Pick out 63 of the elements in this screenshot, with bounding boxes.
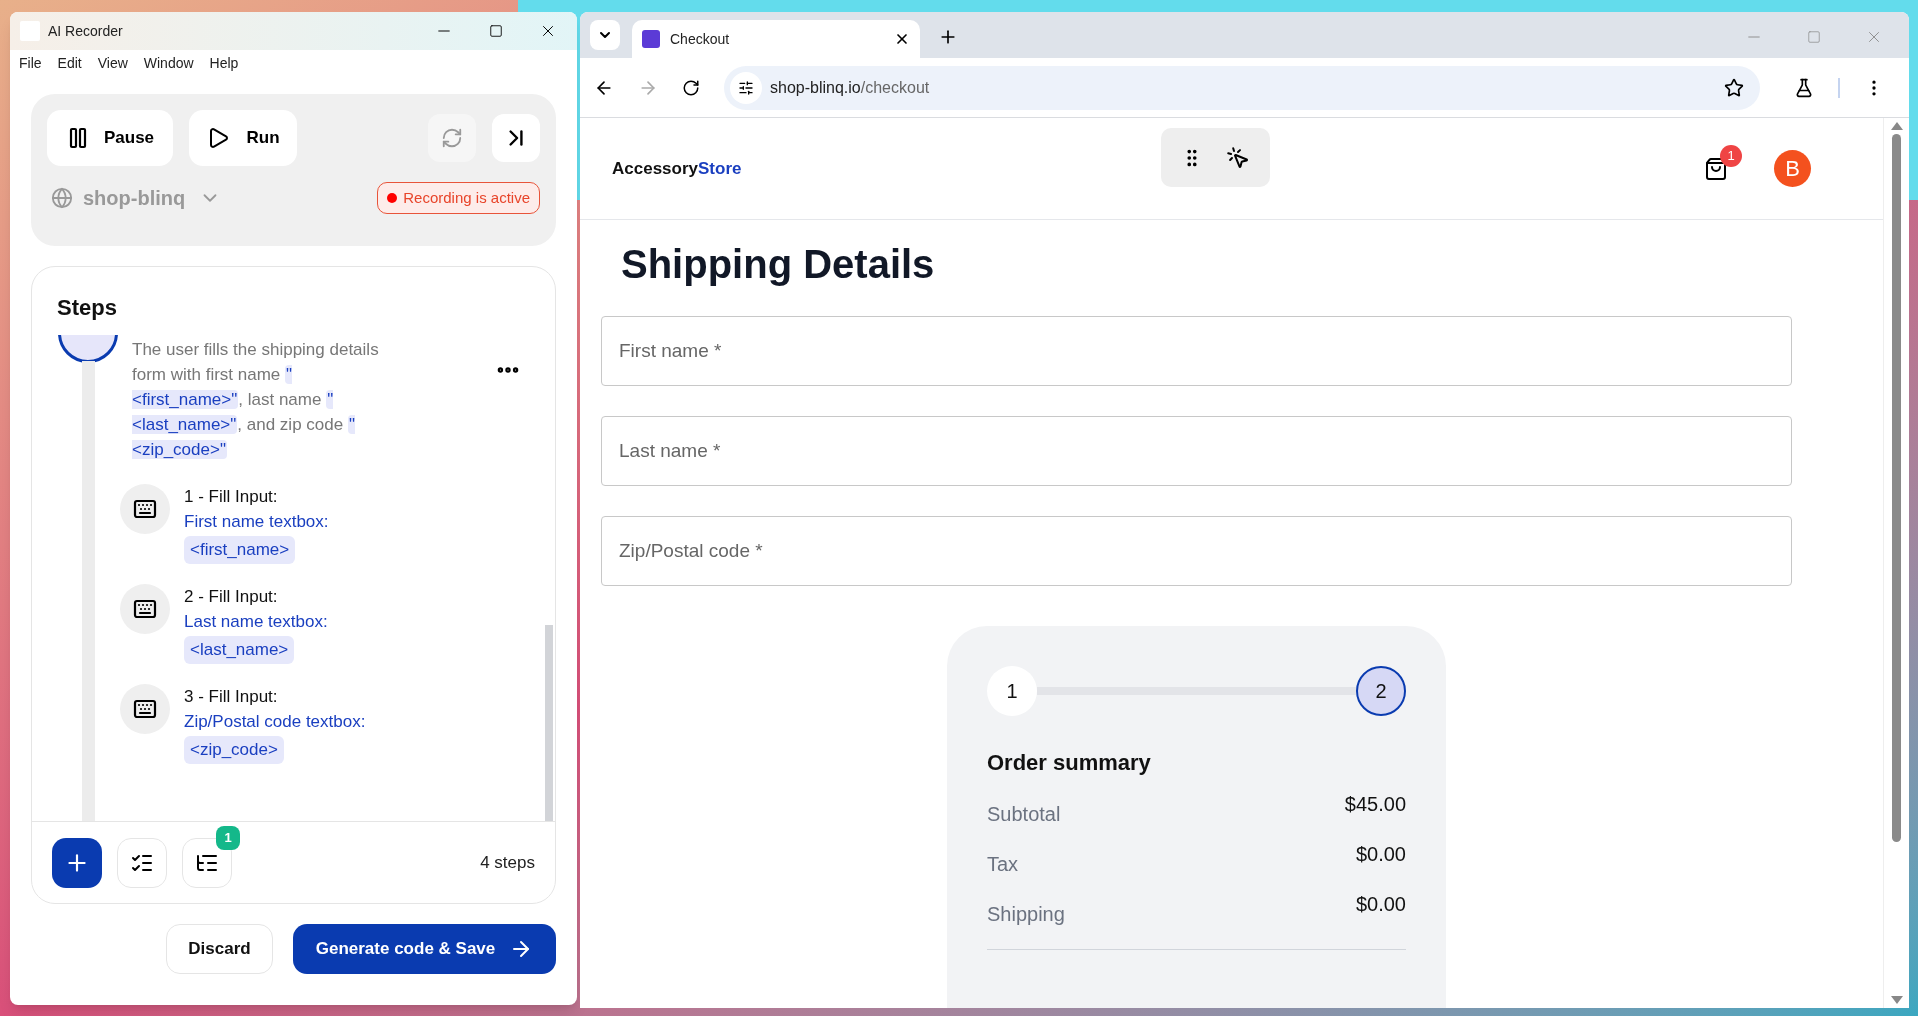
window-title: AI Recorder: [48, 21, 123, 41]
refresh-button[interactable]: [428, 114, 476, 162]
summary-label: Tax: [987, 852, 1019, 877]
action-value: <last_name>: [184, 636, 295, 664]
action-target: Zip/Postal code textbox:: [184, 711, 366, 733]
site-settings-icon[interactable]: [730, 71, 762, 104]
browser-tab[interactable]: Checkout: [632, 20, 920, 58]
action-target: Last name textbox:: [184, 611, 328, 633]
url-text: shop-blinq.io/checkout: [770, 77, 930, 98]
store-logo[interactable]: AccessoryStore: [612, 155, 742, 182]
scroll-down-icon[interactable]: [1890, 996, 1903, 1004]
menu-item[interactable]: Edit: [57, 52, 82, 74]
progress-step: 2: [1356, 666, 1406, 716]
summary-label: Shipping: [987, 902, 1065, 927]
bookmark-star-icon[interactable]: [1724, 77, 1744, 98]
step-description: The user fills the shipping details form with first name "<first_name>", last name "<last_name>", and zip code "<zip_code>": [132, 339, 380, 461]
maximize-icon[interactable]: [489, 24, 503, 38]
text-input[interactable]: First name *: [601, 316, 1792, 386]
run-button[interactable]: Run: [189, 110, 297, 166]
keyboard-icon: [133, 697, 157, 721]
pointer-icon[interactable]: [1226, 145, 1251, 170]
summary-value: $45.00: [1344, 792, 1406, 817]
globe-icon: [51, 187, 73, 209]
count-badge: 1: [216, 825, 240, 850]
page-heading: Shipping Details: [621, 241, 936, 288]
action-label: 1 - Fill Input:: [184, 486, 278, 508]
menu-item[interactable]: Help: [209, 52, 239, 74]
menu-item[interactable]: File: [19, 52, 42, 74]
refresh-icon: [441, 127, 463, 149]
steps-count: 4 steps: [480, 851, 535, 874]
flask-icon[interactable]: [1794, 77, 1814, 98]
menu-item[interactable]: Window: [143, 52, 194, 74]
recording-badge: Recording is active: [377, 182, 540, 214]
menu-item[interactable]: View: [97, 52, 128, 74]
action-value: <first_name>: [184, 536, 296, 564]
summary-value: $0.00: [1355, 842, 1406, 867]
checklist-button[interactable]: [117, 837, 167, 888]
action-value: <zip_code>: [184, 736, 284, 764]
skip-button[interactable]: [492, 114, 540, 162]
scroll-thumb[interactable]: [1892, 134, 1901, 842]
text-input[interactable]: Zip/Postal code *: [601, 516, 1792, 586]
action-label: 3 - Fill Input:: [184, 686, 278, 708]
pause-button[interactable]: Pause: [47, 110, 173, 166]
summary-title: Order summary: [987, 749, 1152, 777]
summary-label: Subtotal: [987, 802, 1061, 827]
keyboard-icon: [133, 597, 157, 621]
cart-count-badge: 1: [1720, 144, 1742, 167]
close-tab-icon[interactable]: [894, 31, 910, 47]
text-input[interactable]: Last name *: [601, 416, 1792, 486]
shopping-bag-icon[interactable]: [1704, 156, 1728, 181]
add-step-button[interactable]: [52, 837, 102, 888]
steps-title: Steps: [56, 294, 118, 322]
generate-save-button[interactable]: Generate code & Save: [293, 924, 556, 974]
reload-icon[interactable]: [682, 78, 700, 97]
action-label: 2 - Fill Input:: [184, 586, 278, 608]
action-target: First name textbox:: [184, 511, 329, 533]
discard-button[interactable]: Discard: [166, 924, 273, 974]
summary-value: $0.00: [1355, 892, 1406, 917]
progress-step: 1: [987, 666, 1037, 716]
address-bar[interactable]: shop-blinq.io/checkout: [724, 65, 1760, 110]
favicon: [642, 30, 660, 48]
keyboard-icon: [133, 497, 157, 521]
tab-search-button[interactable]: [590, 20, 620, 50]
